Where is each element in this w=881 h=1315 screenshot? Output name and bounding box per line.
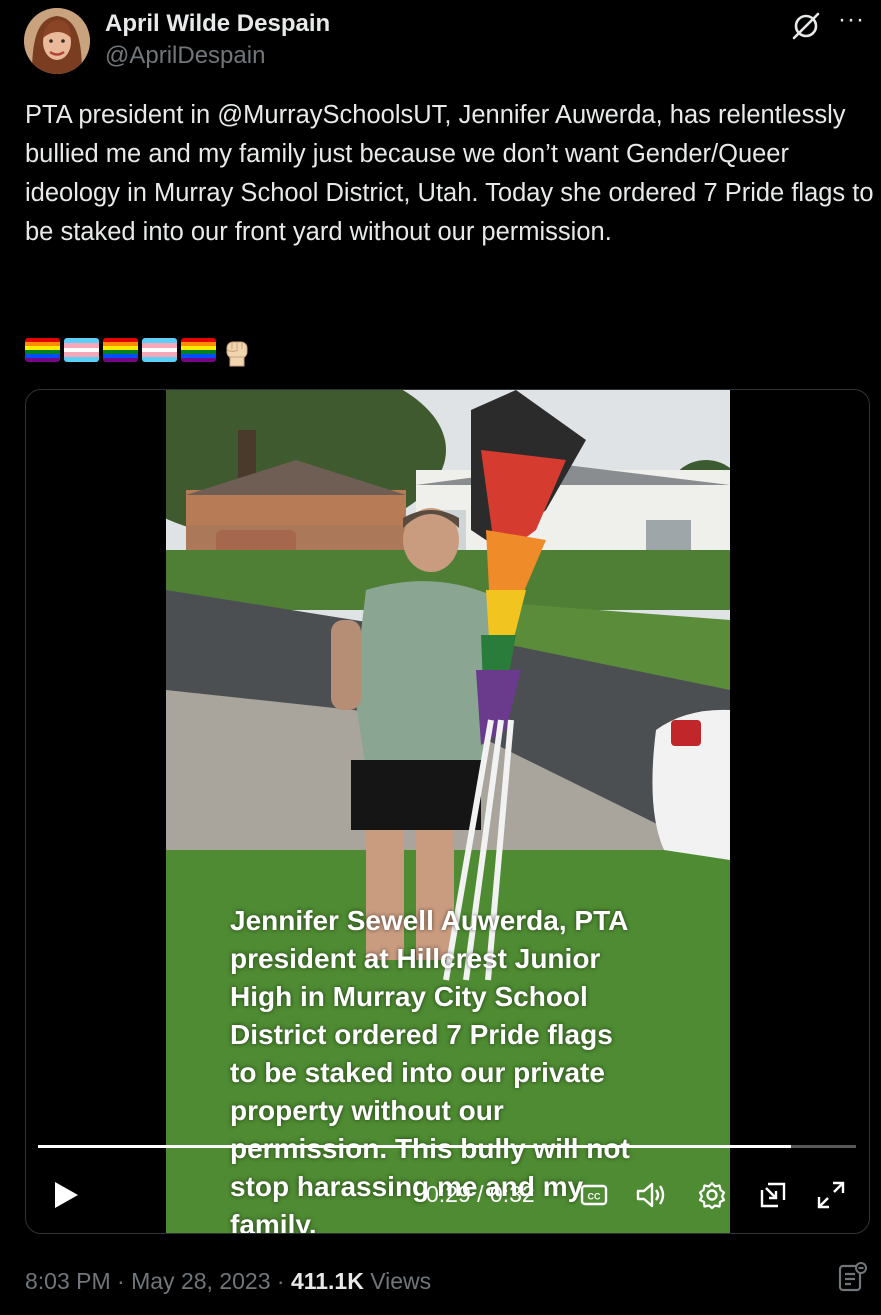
svg-text:CC: CC bbox=[588, 1192, 601, 1202]
post-date[interactable]: May 28, 2023 bbox=[131, 1268, 270, 1294]
author-name[interactable]: April Wilde Despain bbox=[105, 10, 330, 38]
video-time: 0:29 / 0:32 bbox=[426, 1181, 535, 1207]
settings-icon[interactable] bbox=[694, 1177, 730, 1213]
transgender-flag-icon bbox=[142, 338, 177, 362]
video-player[interactable]: Jennifer Sewell Auwerda, PTA president a… bbox=[25, 389, 870, 1234]
video-frame[interactable]: Jennifer Sewell Auwerda, PTA president a… bbox=[166, 390, 730, 1233]
avatar[interactable] bbox=[24, 8, 90, 74]
pip-icon[interactable] bbox=[755, 1177, 791, 1213]
emoji-row bbox=[25, 333, 254, 367]
captions-icon[interactable]: CC bbox=[576, 1177, 612, 1213]
fullscreen-icon[interactable] bbox=[813, 1177, 849, 1213]
raised-fist-icon bbox=[226, 341, 248, 367]
more-options-icon[interactable]: ··· bbox=[838, 6, 865, 34]
meta-separator: · bbox=[110, 1268, 132, 1294]
transgender-flag-icon bbox=[64, 338, 99, 362]
rainbow-flag-icon bbox=[103, 338, 138, 362]
views-label: Views bbox=[370, 1268, 432, 1294]
analytics-icon[interactable] bbox=[836, 1260, 870, 1294]
tweet-text: PTA president in @MurraySchoolsUT, Jenni… bbox=[25, 101, 881, 246]
rainbow-flag-icon bbox=[181, 338, 216, 362]
grok-icon[interactable] bbox=[790, 10, 822, 42]
volume-icon[interactable] bbox=[633, 1177, 669, 1213]
author-handle[interactable]: @AprilDespain bbox=[105, 42, 265, 70]
video-progress-bar[interactable] bbox=[38, 1145, 856, 1148]
rainbow-flag-icon bbox=[25, 338, 60, 362]
views-count: 411.1K bbox=[290, 1268, 364, 1294]
meta-separator: · bbox=[270, 1268, 291, 1294]
tweet-meta: 8:03 PM · May 28, 2023 · 411.1K Views bbox=[25, 1268, 431, 1295]
play-icon[interactable] bbox=[48, 1177, 84, 1213]
post-time[interactable]: 8:03 PM bbox=[25, 1268, 111, 1294]
video-progress-fill bbox=[38, 1145, 791, 1148]
